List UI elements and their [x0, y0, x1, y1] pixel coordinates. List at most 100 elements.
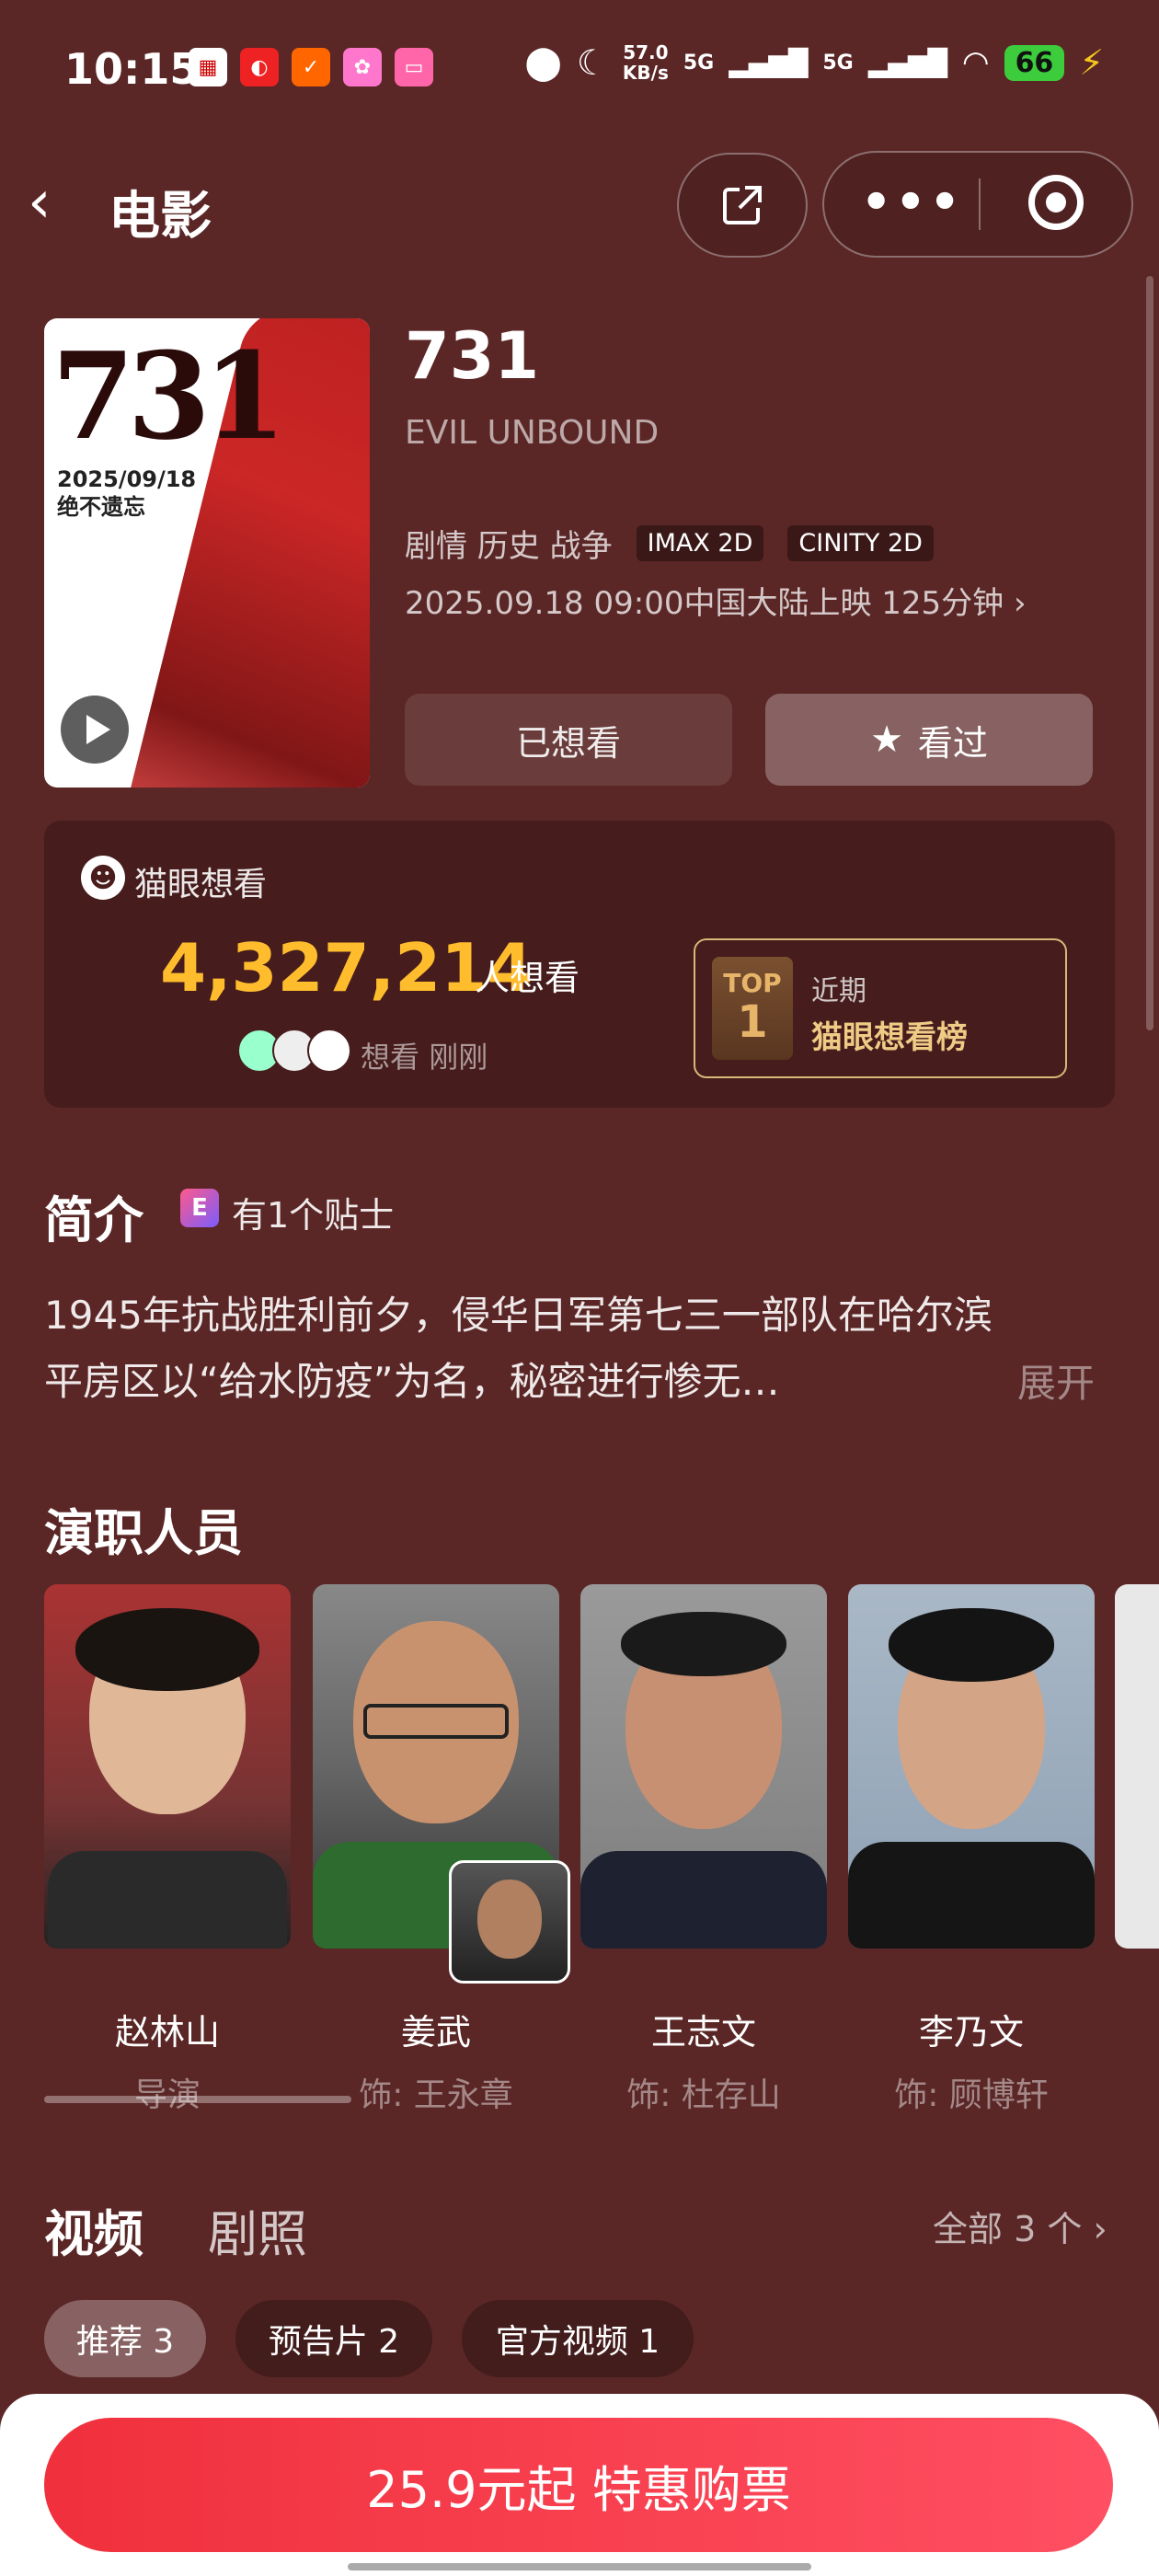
all-videos-label: 全部 3 个 [933, 2209, 1083, 2249]
suit-shape [580, 1851, 827, 1949]
signal-1-label: 5G [683, 51, 715, 75]
intro-heading: 简介 [44, 1191, 143, 1249]
watched-label: 看过 [917, 722, 988, 764]
rank-badge[interactable]: TOP 1 近期 猫眼想看榜 [694, 938, 1067, 1078]
share-button[interactable] [677, 153, 808, 258]
cast-photo [1115, 1584, 1159, 1949]
bilibili-app-icon: ▭ [395, 48, 433, 86]
tips-icon: E [180, 1189, 219, 1227]
cast-role: 导演 [133, 2076, 201, 2114]
cast-name: 姜武 [400, 2012, 471, 2053]
home-indicator[interactable] [348, 2563, 811, 2570]
chevron-right-icon: › [1093, 2209, 1107, 2249]
battery-level: 66 [1004, 44, 1065, 81]
status-app-icons: ▦ ◐ ✓ ✿ ▭ [189, 48, 433, 86]
want-label: 猫眼想看 [134, 866, 268, 903]
play-icon[interactable] [61, 696, 129, 764]
bottom-buy-bar: 25.9元起 特惠购票 [0, 2394, 1159, 2576]
watched-button[interactable]: ★ 看过 [765, 694, 1093, 786]
movie-poster[interactable]: 731 2025/09/18 绝不遗忘 [44, 318, 370, 788]
expand-link[interactable]: 展开 [1017, 1351, 1095, 1417]
hair-shape [621, 1612, 786, 1676]
page-scrollbar[interactable] [1146, 276, 1153, 1030]
hair-shape [75, 1608, 259, 1691]
avatar [307, 1029, 351, 1073]
net-speed-value: 57.0 [623, 41, 669, 63]
poster-slogan: 绝不遗忘 [57, 494, 145, 520]
signal-bars-icon: ▂▄▆█ [729, 47, 809, 78]
hair-shape [889, 1608, 1054, 1682]
face-shape [477, 1880, 542, 1959]
synopsis-text: 1945年抗战胜利前夕，侵华日军第七三一部队在哈尔滨平房区以“给水防疫”为名，秘… [44, 1293, 993, 1404]
status-bar: 10:15 ▦ ◐ ✓ ✿ ▭ ⬤ ☾ 57.0 KB/s 5G ▂▄▆█ 5G… [0, 0, 1159, 138]
calendar-app-icon: ▦ [189, 48, 227, 86]
rank-top-icon: TOP 1 [712, 957, 793, 1060]
cast-heading: 演职人员 [44, 1504, 243, 1562]
tab-stills[interactable]: 剧照 [208, 2193, 307, 2266]
rank-period: 近期 [811, 975, 866, 1007]
cast-role: 饰: 杜存山 [626, 2076, 781, 2114]
want-panel: ☻ 猫眼想看 4,327,214 人想看 想看 刚刚 TOP 1 近期 猫眼想看… [44, 821, 1115, 1108]
movie-genres: 剧情 历史 战争 [405, 528, 613, 565]
recent-avatars [237, 1029, 351, 1073]
want-recent: 想看 刚刚 [361, 1034, 488, 1076]
poster-date: 2025/09/18 绝不遗忘 [57, 466, 196, 521]
share-icon [723, 186, 762, 224]
signal-2-label: 5G [822, 51, 854, 75]
cast-photo [848, 1584, 1095, 1949]
cat-app-icon: ✿ [343, 48, 382, 86]
chip-official-videos[interactable]: 官方视频 1 [462, 2300, 694, 2377]
movie-genres-row: 剧情 历史 战争 IMAX 2D CINITY 2D [405, 521, 934, 566]
capsule-divider [979, 178, 981, 230]
want-recent-time: 刚刚 [429, 1040, 488, 1075]
cast-name: 赵林山 [114, 2012, 220, 2053]
cast-name: 李乃文 [918, 2012, 1024, 2053]
cast-card[interactable]: 赵林山 导演 [44, 1584, 291, 2114]
close-target-icon[interactable] [1028, 175, 1084, 230]
net-speed-unit: KB/s [622, 62, 669, 84]
star-icon: ★ [870, 719, 903, 761]
rank-number: 1 [737, 996, 768, 1048]
release-text: 2025.09.18 09:00中国大陆上映 125分钟 [405, 585, 1004, 622]
character-avatar [449, 1860, 570, 1984]
turtleneck-shape [848, 1842, 1095, 1949]
tips-link[interactable]: 有1个贴士 [232, 1187, 394, 1237]
movie-subtitle: EVIL UNBOUND [405, 414, 660, 452]
chevron-right-icon: › [1013, 585, 1027, 622]
format-tag: CINITY 2D [787, 525, 934, 561]
cast-photo [44, 1584, 291, 1949]
cast-scroll-indicator [44, 2096, 351, 2103]
mini-program-capsule: ••• [822, 151, 1133, 258]
scarf-shape [48, 1851, 287, 1949]
signal-bars-icon: ▂▄▆█ [867, 47, 947, 78]
charging-icon: ⚡ [1079, 42, 1104, 83]
rank-top-label: TOP [723, 968, 782, 998]
chip-recommended[interactable]: 推荐 3 [44, 2300, 206, 2377]
cast-card[interactable]: 王志文 饰: 杜存山 [580, 1584, 827, 2114]
tab-videos[interactable]: 视频 [44, 2193, 143, 2266]
back-chevron-icon[interactable]: ‹ [28, 173, 52, 232]
c-app-icon: ◐ [240, 48, 279, 86]
cast-card[interactable]: 姜武 饰: 王永章 [313, 1584, 570, 2114]
maoyan-cat-icon: ☻ [81, 856, 125, 900]
cast-card[interactable]: 李乃文 饰: 顾博轩 [848, 1584, 1095, 2114]
cast-photo [580, 1584, 827, 1949]
buy-ticket-button[interactable]: 25.9元起 特惠购票 [44, 2418, 1113, 2552]
moon-icon: ☾ [576, 42, 608, 83]
cast-card-partial[interactable] [1115, 1584, 1159, 1949]
want-recent-label: 想看 [361, 1040, 420, 1075]
all-videos-link[interactable]: 全部 3 个 › [933, 2201, 1107, 2251]
release-info[interactable]: 2025.09.18 09:00中国大陆上映 125分钟 › [405, 578, 1027, 623]
rank-list-name: 猫眼想看榜 [811, 1019, 968, 1056]
movie-title: 731 [405, 318, 540, 394]
wifi-icon: ◠ [961, 44, 990, 81]
chip-trailers[interactable]: 预告片 2 [235, 2300, 432, 2377]
more-options-icon[interactable]: ••• [861, 175, 964, 230]
glasses-shape [363, 1704, 509, 1739]
net-speed: 57.0 KB/s [623, 42, 669, 83]
status-time: 10:15 [64, 44, 200, 94]
want-to-watch-button[interactable]: 已想看 [405, 694, 732, 786]
poster-date-text: 2025/09/18 [57, 466, 197, 492]
cast-role: 饰: 王永章 [359, 2076, 513, 2114]
cast-role: 饰: 顾博轩 [894, 2076, 1049, 2114]
